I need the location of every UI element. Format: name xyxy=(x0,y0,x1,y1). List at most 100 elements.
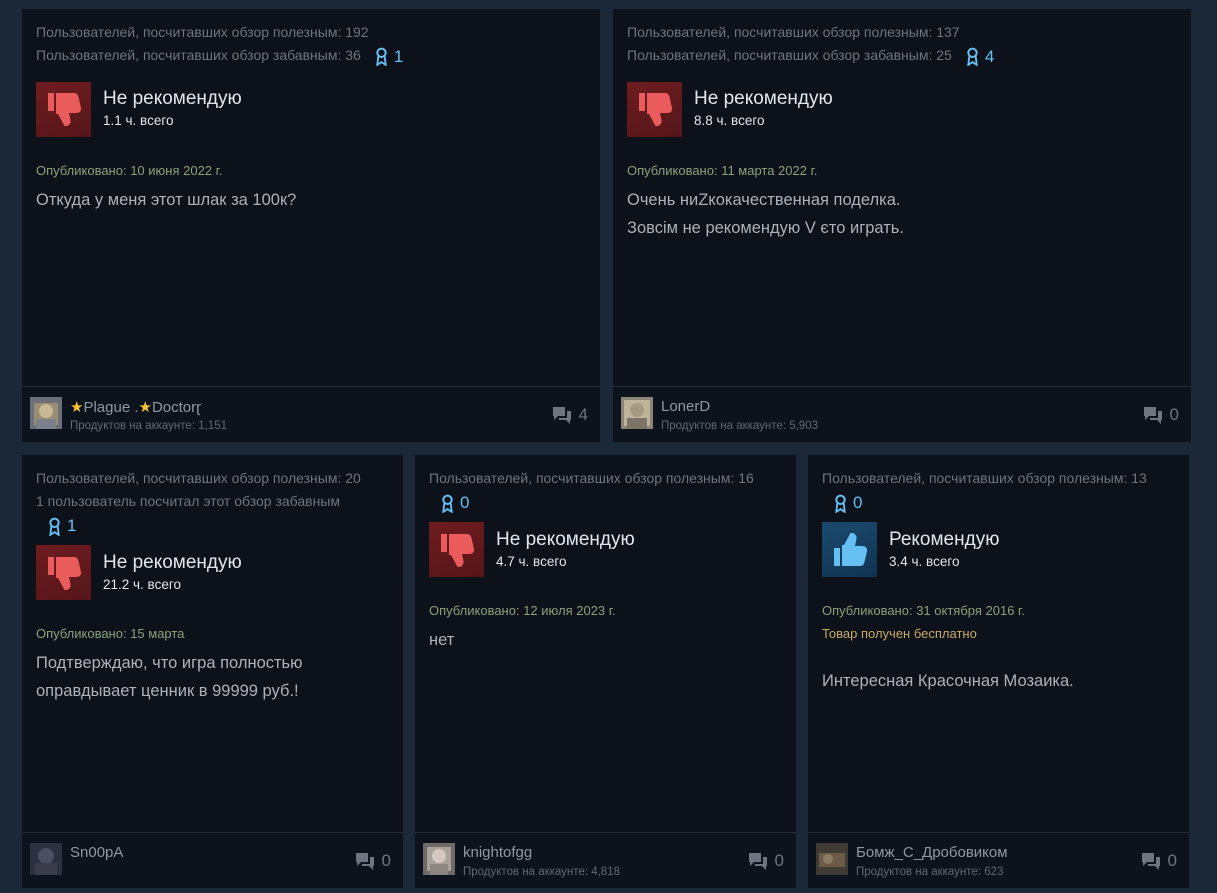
review-text-line: Интересная Красочная Мозаика. xyxy=(822,672,1074,691)
award-badge[interactable]: 0 xyxy=(834,490,862,516)
hours-played: 21.2 ч. всего xyxy=(103,576,181,592)
author-separator: . xyxy=(130,399,139,416)
author-name[interactable]: Бомж_С_Дробовиком xyxy=(856,844,1008,861)
review-text-line: Зовсім не рекомендую V єто играть. xyxy=(627,218,904,237)
avatar[interactable] xyxy=(816,843,848,875)
recommendation[interactable]: Не рекомендую 8.8 ч. всего xyxy=(627,81,1177,137)
review-author-bar[interactable]: Бомж_С_Дробовиком Продуктов на аккаунте:… xyxy=(808,832,1189,888)
comments-count: 0 xyxy=(1167,851,1177,870)
comments-icon xyxy=(1140,851,1162,871)
products-count: Продуктов на аккаунте: 1,151 xyxy=(70,420,227,432)
review-text-line: Откуда у меня этот шлак за 100к? xyxy=(36,190,297,209)
funny-count-text: Пользователей, посчитавших обзор забавны… xyxy=(627,47,952,63)
posted-date: Опубликовано: 12 июля 2023 г. xyxy=(429,603,616,619)
author-name-part: Plague xyxy=(83,399,131,416)
author-name[interactable]: Sn00pA xyxy=(70,844,123,861)
review-text-line: Очень ниZкокачественная поделка. xyxy=(627,190,901,209)
helpful-count: Пользователей, посчитавших обзор полезны… xyxy=(36,24,369,40)
review-text: нет xyxy=(429,626,782,654)
comments-button[interactable]: 0 xyxy=(1142,405,1179,425)
hours-played: 1.1 ч. всего xyxy=(103,113,174,129)
review-author-bar[interactable]: LonerD Продуктов на аккаунте: 5,903 0 xyxy=(613,386,1191,442)
review-author-bar[interactable]: ★Plague .★Doctorɽ Продуктов на аккаунте:… xyxy=(22,386,600,442)
comments-icon xyxy=(1142,405,1164,425)
posted-date: Опубликовано: 31 октября 2016 г. xyxy=(822,603,1025,619)
recommendation[interactable]: Не рекомендую 4.7 ч. всего xyxy=(429,522,782,578)
recommendation-title: Не рекомендую xyxy=(694,88,833,110)
comments-count: 0 xyxy=(774,851,784,870)
review-text: Подтверждаю, что игра полностью оправдыв… xyxy=(36,649,389,705)
hours-played: 3.4 ч. всего xyxy=(889,553,960,569)
award-count: 0 xyxy=(460,493,470,512)
review-card-4: Пользователей, посчитавших обзор полезны… xyxy=(415,455,796,888)
helpful-count: Пользователей, посчитавших обзор полезны… xyxy=(36,470,361,486)
hours-played: 4.7 ч. всего xyxy=(496,553,567,569)
recommendation[interactable]: Не рекомендую 1.1 ч. всего xyxy=(36,81,586,137)
comments-count: 0 xyxy=(381,851,391,870)
recommendation-title: Не рекомендую xyxy=(103,88,242,110)
star-icon: ★ xyxy=(138,399,152,416)
recommendation[interactable]: Рекомендую 3.4 ч. всего xyxy=(822,522,1175,578)
thumbs-down-icon xyxy=(36,545,91,601)
review-text-line: Подтверждаю, что игра полностью xyxy=(36,654,303,673)
helpful-count: Пользователей, посчитавших обзор полезны… xyxy=(822,470,1147,486)
products-count: Продуктов на аккаунте: 623 xyxy=(856,866,1004,878)
author-name-tail: ɽ xyxy=(196,399,202,416)
award-count: 4 xyxy=(984,46,995,66)
award-icon xyxy=(441,494,454,513)
award-badge[interactable]: 1 xyxy=(48,513,76,539)
comments-button[interactable]: 0 xyxy=(1140,851,1177,871)
avatar[interactable] xyxy=(30,843,62,875)
author-name[interactable]: knightofgg xyxy=(463,844,532,861)
review-text-line: оправдывает ценник в 99999 руб.! xyxy=(36,682,299,701)
review-card-3: Пользователей, посчитавших обзор полезны… xyxy=(22,455,403,888)
review-author-bar[interactable]: knightofgg Продуктов на аккаунте: 4,818 … xyxy=(415,832,796,888)
comments-icon xyxy=(747,851,769,871)
review-author-bar[interactable]: Sn00pA 0 xyxy=(22,832,403,888)
author-name-part: Doctor xyxy=(151,399,197,416)
star-icon: ★ xyxy=(70,399,84,416)
avatar[interactable] xyxy=(621,397,653,429)
posted-date: Опубликовано: 11 марта 2022 г. xyxy=(627,162,818,178)
hours-played: 8.8 ч. всего xyxy=(694,113,765,129)
award-icon xyxy=(48,517,61,536)
products-count: Продуктов на аккаунте: 4,818 xyxy=(463,866,620,878)
award-badge[interactable]: 0 xyxy=(441,490,469,516)
thumbs-down-icon xyxy=(627,81,682,137)
comments-button[interactable]: 0 xyxy=(354,851,391,871)
recommendation-title: Не рекомендую xyxy=(103,551,242,573)
author-name[interactable]: ★Plague .★Doctorɽ xyxy=(70,398,201,416)
comments-count: 0 xyxy=(1169,405,1179,424)
award-count: 0 xyxy=(853,493,863,512)
comments-button[interactable]: 4 xyxy=(551,405,588,425)
review-text: Интересная Красочная Мозаика. xyxy=(822,667,1175,695)
review-text: Откуда у меня этот шлак за 100к? xyxy=(36,186,586,214)
comments-count: 4 xyxy=(578,405,588,424)
review-text: Очень ниZкокачественная поделка. Зовсім … xyxy=(627,186,1177,242)
avatar[interactable] xyxy=(423,843,455,875)
received-free-badge: Товар получен бесплатно xyxy=(822,626,977,642)
award-count: 1 xyxy=(393,46,404,66)
thumbs-down-icon xyxy=(429,522,484,578)
funny-count-text: Пользователей, посчитавших обзор забавны… xyxy=(36,47,361,63)
recommendation[interactable]: Не рекомендую 21.2 ч. всего xyxy=(36,545,389,601)
avatar[interactable] xyxy=(30,397,62,429)
products-count: Продуктов на аккаунте: 5,903 xyxy=(661,420,818,432)
funny-count: Пользователей, посчитавших обзор забавны… xyxy=(627,44,1177,68)
funny-count: 1 пользователь посчитал этот обзор забав… xyxy=(36,493,340,509)
comments-button[interactable]: 0 xyxy=(747,851,784,871)
review-card-2: Пользователей, посчитавших обзор полезны… xyxy=(613,9,1191,442)
helpful-count: Пользователей, посчитавших обзор полезны… xyxy=(627,24,960,40)
award-badge[interactable]: 4 xyxy=(966,45,994,68)
posted-date: Опубликовано: 10 июня 2022 г. xyxy=(36,162,223,178)
recommendation-title: Не рекомендую xyxy=(496,528,635,550)
thumbs-up-icon xyxy=(822,522,877,578)
funny-count: Пользователей, посчитавших обзор забавны… xyxy=(36,44,586,68)
review-card-1: Пользователей, посчитавших обзор полезны… xyxy=(22,9,600,442)
thumbs-down-icon xyxy=(36,81,91,137)
comments-icon xyxy=(354,851,376,871)
award-badge[interactable]: 1 xyxy=(375,45,403,68)
award-icon xyxy=(834,494,847,513)
author-name[interactable]: LonerD xyxy=(661,398,710,415)
review-text-line: нет xyxy=(429,631,455,650)
